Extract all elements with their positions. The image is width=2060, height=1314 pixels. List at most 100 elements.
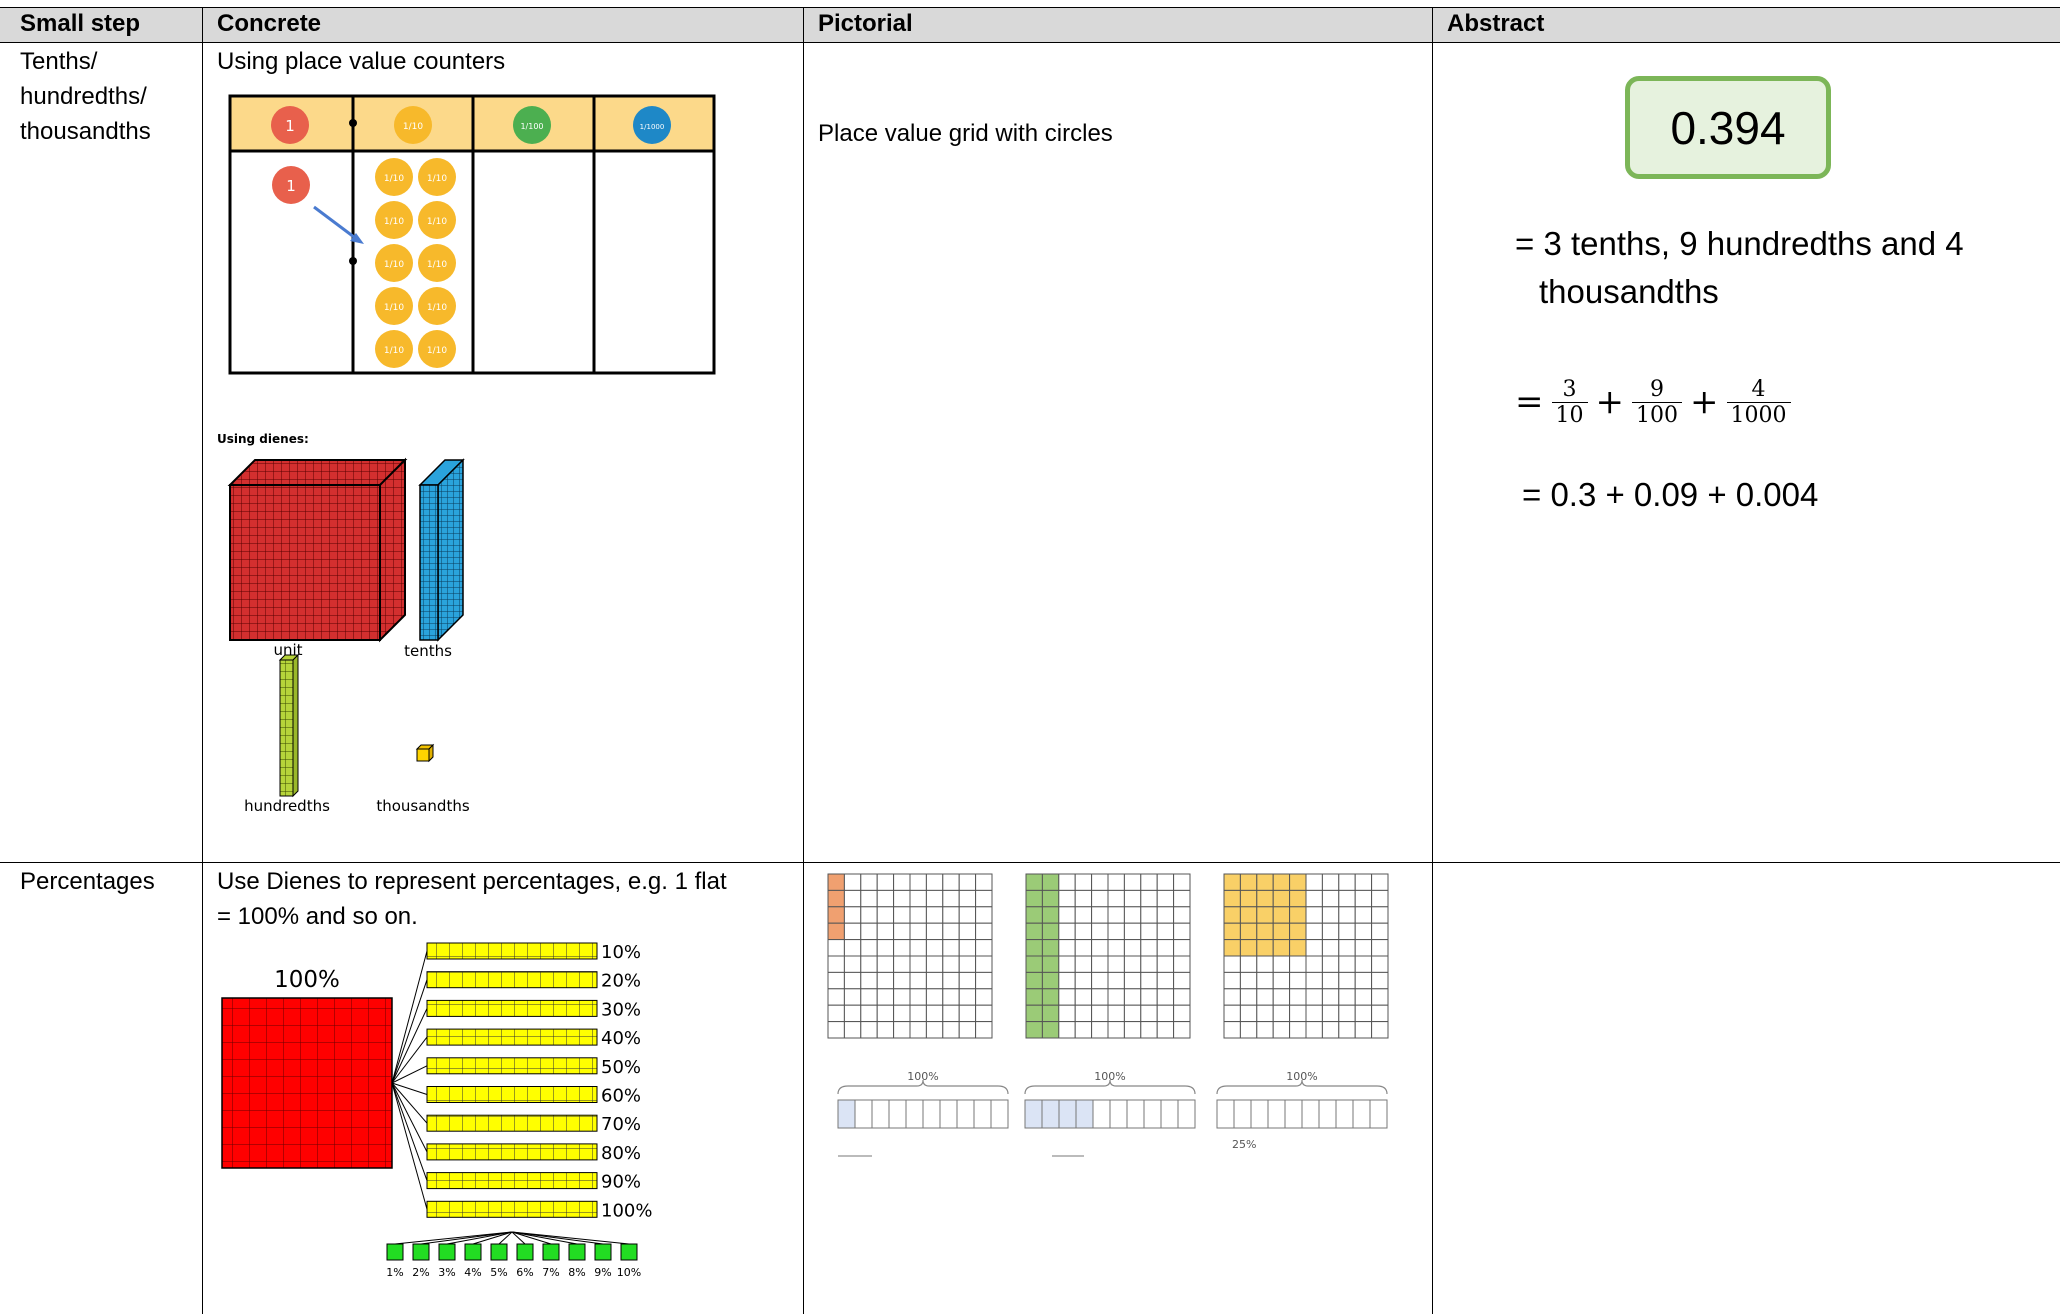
cube-label: 10%	[617, 1266, 641, 1279]
row-divider	[0, 862, 2060, 863]
header-concrete: Concrete	[217, 10, 322, 37]
cube-label: 5%	[490, 1266, 507, 1279]
one-percent-cube-icon	[594, 1243, 612, 1261]
col-divider-2	[803, 7, 804, 1314]
header-bottom-border	[0, 42, 2060, 43]
small-step-line: hundredths/	[20, 83, 147, 110]
svg-text:1/10: 1/10	[427, 217, 447, 227]
one-percent-cube-icon	[386, 1243, 404, 1261]
decimal-sum: = 0.3 + 0.09 + 0.004	[1522, 476, 1819, 513]
hundred-grid	[827, 873, 993, 1039]
fraction: 3 10	[1551, 376, 1588, 428]
tens-rod-icon	[426, 1172, 598, 1190]
row1-small-step: Tenths/ hundredths/ thousandths	[20, 44, 151, 149]
svg-text:1/10: 1/10	[384, 346, 404, 356]
tenth-counter-icon: 1/10	[418, 287, 456, 325]
rod-label: 70%	[601, 1114, 641, 1135]
fraction-denominator: 1000	[1726, 401, 1791, 428]
rod-item: 60%	[391, 1082, 641, 1107]
svg-text:1/10: 1/10	[384, 217, 404, 227]
rod-label: 10%	[601, 942, 641, 963]
fraction-numerator: 4	[1751, 376, 1766, 402]
svg-text:1/10: 1/10	[384, 260, 404, 270]
svg-text:1/10: 1/10	[427, 346, 447, 356]
tens-rod-icon	[426, 1143, 598, 1161]
small-step-line: thousandths	[20, 118, 151, 145]
plus-sign: +	[1690, 382, 1719, 422]
header-pictorial: Pictorial	[818, 10, 913, 37]
bar-models: 100% 100% 100%25%	[837, 1070, 1388, 1157]
one-percent-cube-icon	[516, 1243, 534, 1261]
dienes-title: Using dienes:	[217, 432, 309, 446]
rod-label: 50%	[601, 1057, 641, 1078]
percentage-rods: 10% 20% 30% 40% 50% 60% 70% 80% 90% 100%	[391, 942, 652, 1221]
col-divider-1	[202, 7, 203, 1314]
plus-sign: +	[1595, 382, 1625, 422]
tens-rod-icon	[426, 1028, 598, 1046]
fraction-expression: = 3 10 + 9 100 + 4 1000	[1515, 362, 1799, 442]
abstract-line-2: thousandths	[1539, 273, 1719, 310]
tenth-counter-icon: 1/10	[375, 330, 413, 368]
percentage-cubes: 1% 2% 3% 4% 5% 6% 7% 8% 9% 10%	[386, 1231, 641, 1279]
cube-label: 8%	[568, 1266, 585, 1279]
tenth-counter-icon: 1/10	[418, 330, 456, 368]
counter-ones-icon: 1	[271, 106, 309, 144]
small-step-line: Tenths/	[20, 48, 98, 75]
decimal-number: 0.394	[1670, 101, 1786, 154]
place-value-counters-chart: 1 1/10 1/100 1/1000 1 1/10 1/10 1/10 1/10 1/…	[228, 94, 716, 375]
cube-label: 7%	[542, 1266, 559, 1279]
one-percent-cube-icon	[568, 1243, 586, 1261]
hundred-grids	[827, 873, 1389, 1039]
tenth-counter-icon: 1/10	[375, 287, 413, 325]
rod-label: 30%	[601, 999, 641, 1020]
hundred-grid	[1223, 873, 1389, 1039]
one-percent-cube-icon	[542, 1243, 560, 1261]
dienes-label-hundredths: hundredths	[244, 797, 330, 815]
row2-concrete-caption: Use Dienes to represent percentages, e.g…	[217, 864, 727, 934]
tens-rod-icon	[426, 1200, 598, 1218]
fraction-numerator: 9	[1650, 376, 1664, 402]
one-percent-cube-icon	[412, 1243, 430, 1261]
cube-label: 9%	[594, 1266, 611, 1279]
rod-label: 80%	[601, 1143, 641, 1164]
rod-label: 100%	[601, 1200, 652, 1221]
tens-rod-icon	[426, 1057, 598, 1075]
cube-item: 5%	[490, 1231, 513, 1279]
svg-text:1/100: 1/100	[520, 122, 543, 131]
fraction-numerator: 3	[1562, 376, 1577, 402]
rod-label: 40%	[601, 1028, 641, 1049]
flat-label: 100%	[274, 967, 340, 993]
fraction: 4 1000	[1726, 376, 1791, 428]
row1-pictorial-text: Place value grid with circles	[818, 120, 1113, 147]
tenth-counter-icon: 1/10	[375, 201, 413, 239]
dienes-unit-cube-icon	[227, 457, 408, 643]
col-divider-3	[1432, 7, 1433, 1314]
tenth-counter-icon: 1/10	[418, 244, 456, 282]
cube-label: 6%	[516, 1266, 533, 1279]
brace-icon	[837, 1079, 1009, 1095]
svg-text:1/10: 1/10	[427, 260, 447, 270]
one-percent-cube-icon	[464, 1243, 482, 1261]
bar-model: 100%25%	[1216, 1070, 1388, 1151]
dienes-thousandths-cube-icon	[415, 743, 435, 763]
tens-rod-icon	[426, 999, 598, 1017]
brace-icon	[1216, 1079, 1388, 1095]
rod-item: 50%	[391, 1057, 641, 1084]
one-percent-cube-icon	[490, 1243, 508, 1261]
dienes-label-thousandths: thousandths	[376, 797, 469, 815]
counter-thousandths-icon: 1/1000	[633, 106, 671, 144]
header-abstract: Abstract	[1447, 10, 1545, 37]
svg-text:1/10: 1/10	[427, 174, 447, 184]
tens-rod-icon	[426, 1086, 598, 1103]
tenth-counter-icon: 1/10	[418, 201, 456, 239]
row1-concrete-caption: Using place value counters	[217, 48, 506, 75]
one-percent-cube-icon	[438, 1243, 456, 1261]
tenth-counter-icon: 1/10	[375, 158, 413, 196]
rod-label: 20%	[601, 971, 641, 992]
cube-label: 4%	[464, 1266, 481, 1279]
caption-line: = 100% and so on.	[217, 903, 418, 930]
tenth-counter-icon: 1/10	[418, 158, 456, 196]
dienes-blocks: unit tenths hundredths thousandths	[227, 457, 470, 815]
cube-label: 1%	[386, 1266, 403, 1279]
cube-item: 6%	[511, 1231, 534, 1279]
